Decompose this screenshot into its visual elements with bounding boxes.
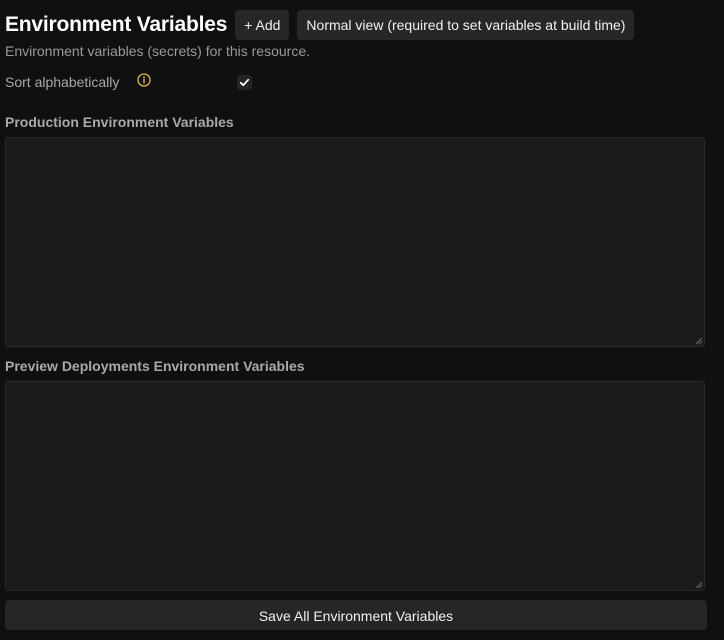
info-icon[interactable] [137, 73, 151, 87]
preview-variables-textarea[interactable] [5, 381, 705, 591]
sort-alphabetically-row: Sort alphabetically [5, 72, 265, 92]
header-row: Environment Variables + Add Normal view … [5, 10, 635, 40]
checkmark-icon [239, 78, 250, 87]
preview-variables-label: Preview Deployments Environment Variable… [5, 358, 305, 374]
save-all-button[interactable]: Save All Environment Variables [5, 600, 707, 630]
production-variables-label: Production Environment Variables [5, 114, 234, 130]
resize-handle-icon[interactable] [695, 337, 703, 345]
page-title: Environment Variables [5, 13, 228, 36]
production-variables-textarea[interactable] [5, 137, 705, 347]
environment-variables-page: Environment Variables + Add Normal view … [0, 0, 724, 640]
page-subtitle: Environment variables (secrets) for this… [5, 43, 310, 59]
normal-view-button[interactable]: Normal view (required to set variables a… [297, 10, 635, 40]
sort-alphabetically-checkbox[interactable] [237, 75, 252, 90]
sort-alphabetically-label: Sort alphabetically [5, 74, 120, 90]
resize-handle-icon[interactable] [695, 581, 703, 589]
add-button[interactable]: + Add [235, 10, 290, 40]
